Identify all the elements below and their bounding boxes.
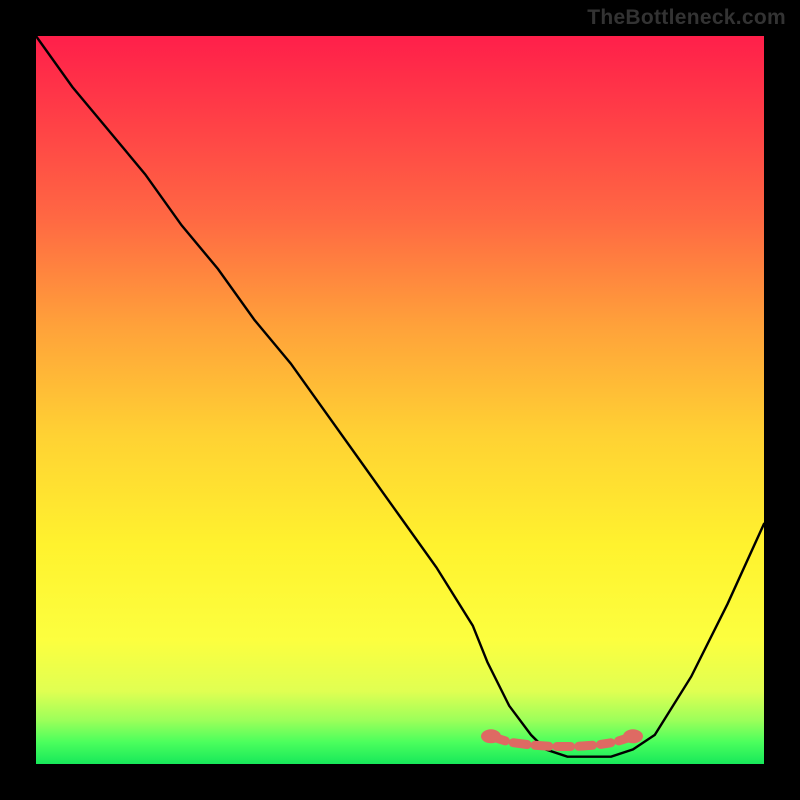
marker-dash	[619, 738, 630, 741]
marker-dash	[579, 745, 593, 746]
marker-dash	[495, 738, 506, 741]
plot-area	[36, 36, 764, 764]
marker-dash	[535, 745, 549, 746]
marker-group	[481, 729, 643, 746]
chart-frame: TheBottleneck.com	[0, 0, 800, 800]
curve-layer	[36, 36, 764, 764]
attribution-text: TheBottleneck.com	[587, 6, 786, 30]
bottleneck-curve	[36, 36, 764, 757]
marker-dash	[513, 743, 527, 745]
marker-dash	[601, 743, 611, 745]
